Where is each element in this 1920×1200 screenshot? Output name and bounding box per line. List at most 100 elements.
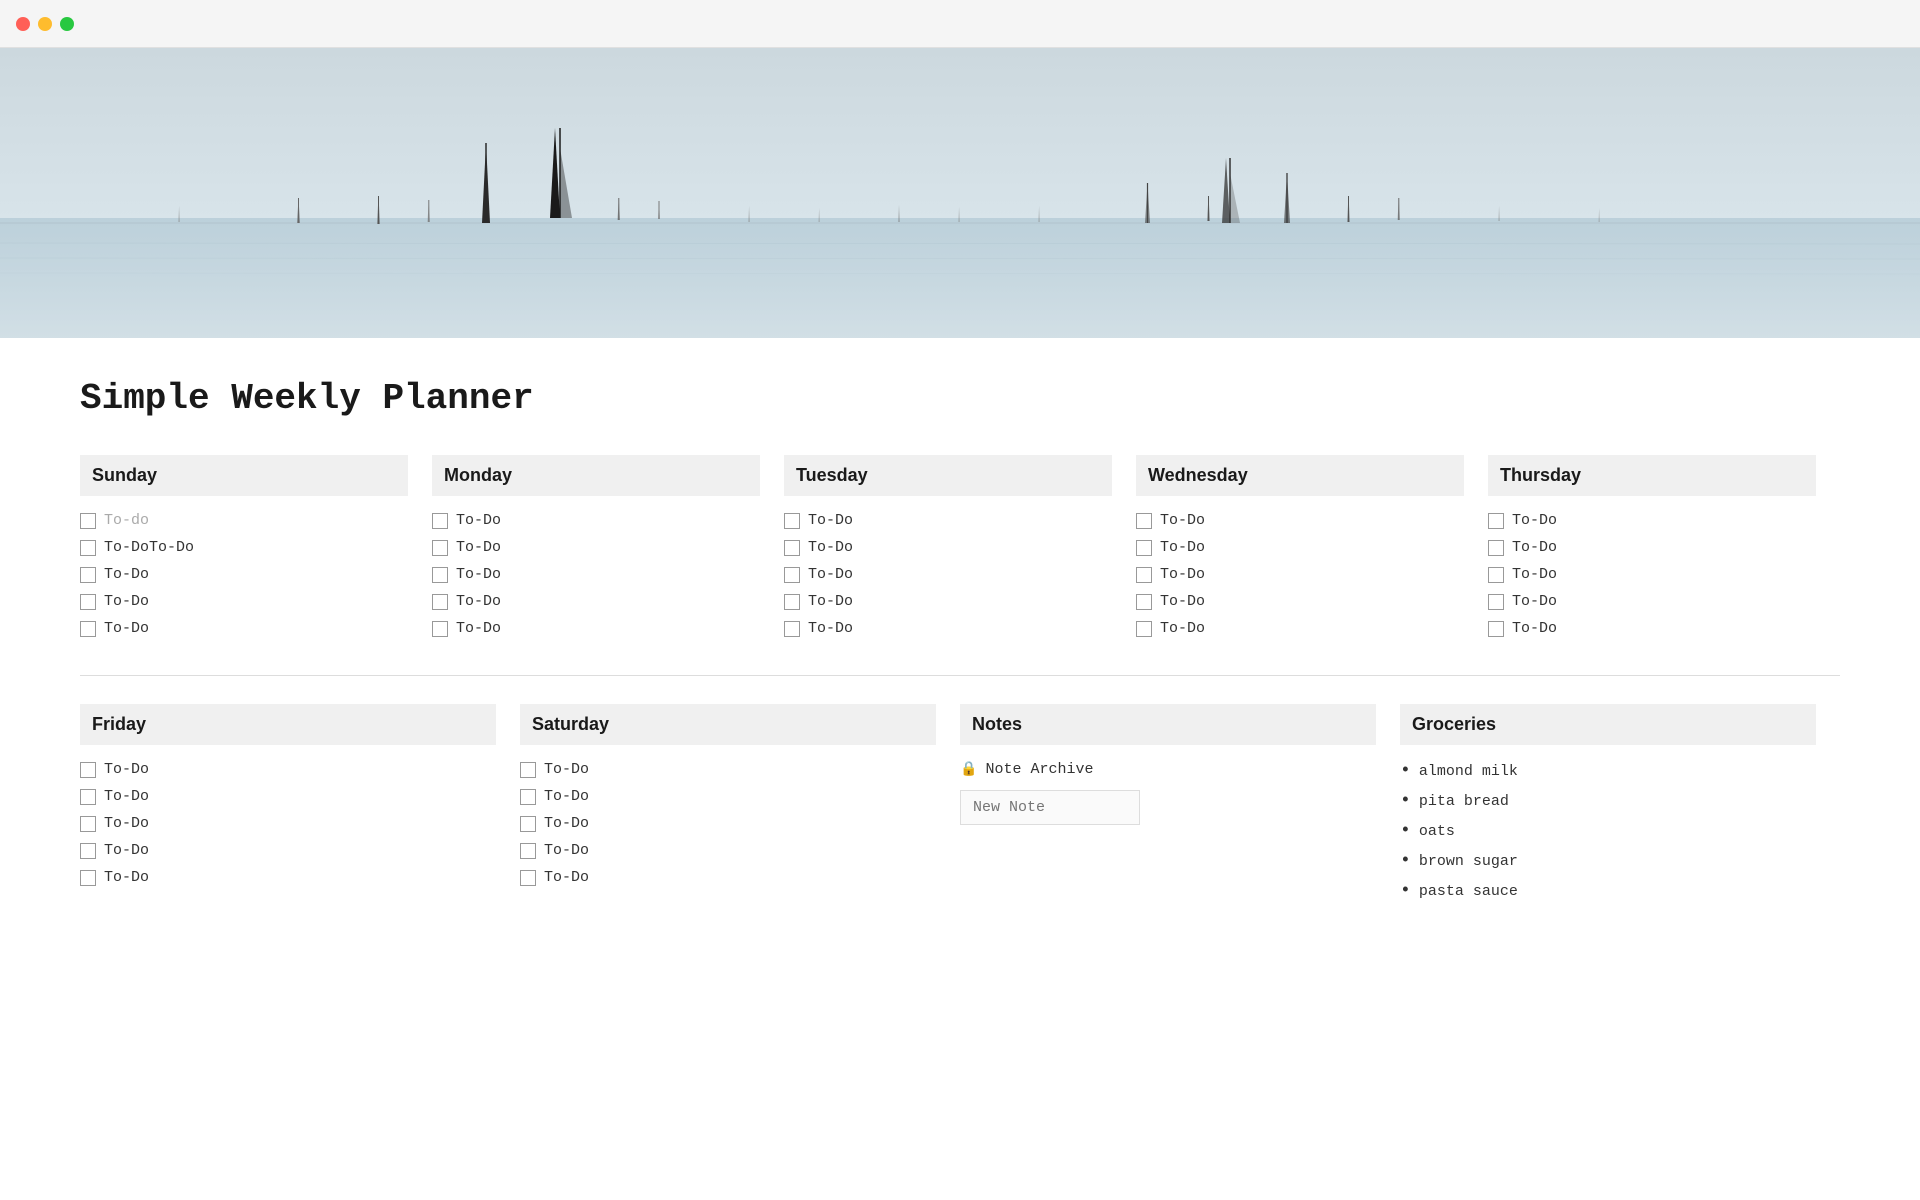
checkbox[interactable] — [1488, 567, 1504, 583]
todo-item[interactable]: To-Do — [1488, 539, 1816, 556]
checkbox[interactable] — [784, 513, 800, 529]
hero-image — [0, 48, 1920, 338]
checkbox[interactable] — [80, 762, 96, 778]
todo-item[interactable]: To-Do — [80, 842, 496, 859]
lock-icon: 🔒 — [960, 761, 977, 778]
todo-item[interactable]: To-Do — [1488, 620, 1816, 637]
todo-text: To-Do — [544, 788, 589, 805]
checkbox[interactable] — [80, 843, 96, 859]
todo-item[interactable]: To-Do — [784, 539, 1112, 556]
checkbox[interactable] — [80, 789, 96, 805]
todo-item[interactable]: To-Do — [784, 620, 1112, 637]
todo-item[interactable]: To-Do — [520, 761, 936, 778]
todo-item[interactable]: To-do — [80, 512, 408, 529]
todo-item[interactable]: To-Do — [80, 788, 496, 805]
todo-item[interactable]: To-Do — [1136, 620, 1464, 637]
todo-item[interactable]: To-Do — [80, 761, 496, 778]
checkbox[interactable] — [784, 594, 800, 610]
todo-text: To-Do — [1160, 593, 1205, 610]
todo-item[interactable]: To-Do — [80, 566, 408, 583]
grocery-item: • brown sugar — [1400, 851, 1816, 871]
checkbox[interactable] — [1136, 621, 1152, 637]
checkbox[interactable] — [1136, 567, 1152, 583]
todo-text: To-Do — [104, 788, 149, 805]
todo-item[interactable]: To-Do — [784, 566, 1112, 583]
todo-text: To-Do — [808, 593, 853, 610]
note-archive-item[interactable]: 🔒 Note Archive — [960, 761, 1376, 778]
checkbox[interactable] — [520, 870, 536, 886]
todo-text: To-Do — [544, 761, 589, 778]
notes-section: Notes 🔒 Note Archive — [960, 704, 1400, 924]
todo-item[interactable]: To-Do — [1136, 539, 1464, 556]
checkbox[interactable] — [80, 816, 96, 832]
todo-item[interactable]: To-Do — [80, 815, 496, 832]
checkbox[interactable] — [1136, 594, 1152, 610]
todo-item[interactable]: To-Do — [520, 815, 936, 832]
groceries-section: Groceries • almond milk • pita bread • o… — [1400, 704, 1840, 924]
todo-item[interactable]: To-Do — [432, 539, 760, 556]
bullet-icon: • — [1400, 881, 1411, 901]
checkbox[interactable] — [1488, 621, 1504, 637]
tuesday-column: Tuesday To-Do To-Do To-Do To-Do To-Do — [784, 455, 1136, 675]
todo-item[interactable]: To-Do — [1136, 593, 1464, 610]
checkbox[interactable] — [432, 594, 448, 610]
checkbox[interactable] — [1488, 594, 1504, 610]
todo-text: To-Do — [1160, 539, 1205, 556]
todo-item[interactable]: To-Do — [432, 620, 760, 637]
checkbox[interactable] — [520, 762, 536, 778]
checkbox[interactable] — [1136, 513, 1152, 529]
checkbox[interactable] — [80, 594, 96, 610]
checkbox[interactable] — [784, 540, 800, 556]
todo-item[interactable]: To-Do — [1488, 593, 1816, 610]
row-divider — [80, 675, 1840, 676]
todo-item[interactable]: To-Do — [520, 869, 936, 886]
checkbox[interactable] — [432, 621, 448, 637]
bullet-icon: • — [1400, 791, 1411, 811]
todo-item[interactable]: To-Do — [1488, 512, 1816, 529]
todo-item[interactable]: To-Do — [520, 842, 936, 859]
todo-item[interactable]: To-Do — [1488, 566, 1816, 583]
todo-item[interactable]: To-Do — [80, 593, 408, 610]
todo-item[interactable]: To-Do — [432, 593, 760, 610]
todo-item[interactable]: To-DoTo-Do — [80, 539, 408, 556]
close-button[interactable] — [16, 17, 30, 31]
todo-item[interactable]: To-Do — [1136, 512, 1464, 529]
notes-header: Notes — [960, 704, 1376, 745]
checkbox[interactable] — [520, 789, 536, 805]
sunday-column: Sunday To-do To-DoTo-Do To-Do To-Do To-D… — [80, 455, 432, 675]
todo-item[interactable]: To-Do — [80, 620, 408, 637]
maximize-button[interactable] — [60, 17, 74, 31]
title-bar — [0, 0, 1920, 48]
checkbox[interactable] — [784, 567, 800, 583]
checkbox[interactable] — [520, 843, 536, 859]
checkbox[interactable] — [1136, 540, 1152, 556]
todo-item[interactable]: To-Do — [520, 788, 936, 805]
todo-text: To-Do — [104, 620, 149, 637]
checkbox[interactable] — [80, 621, 96, 637]
todo-item[interactable]: To-Do — [784, 512, 1112, 529]
checkbox[interactable] — [520, 816, 536, 832]
checkbox[interactable] — [80, 567, 96, 583]
todo-item[interactable]: To-Do — [1136, 566, 1464, 583]
todo-item[interactable]: To-Do — [432, 512, 760, 529]
todo-text: To-Do — [456, 620, 501, 637]
todo-text: To-Do — [1160, 512, 1205, 529]
checkbox[interactable] — [1488, 513, 1504, 529]
checkbox[interactable] — [784, 621, 800, 637]
checkbox[interactable] — [80, 540, 96, 556]
new-note-input[interactable] — [960, 790, 1140, 825]
grocery-text: almond milk — [1419, 763, 1518, 780]
todo-text: To-Do — [544, 842, 589, 859]
todo-item[interactable]: To-Do — [432, 566, 760, 583]
minimize-button[interactable] — [38, 17, 52, 31]
todo-item[interactable]: To-Do — [784, 593, 1112, 610]
thursday-column: Thursday To-Do To-Do To-Do To-Do To-Do — [1488, 455, 1840, 675]
checkbox[interactable] — [1488, 540, 1504, 556]
checkbox[interactable] — [80, 870, 96, 886]
todo-item[interactable]: To-Do — [80, 869, 496, 886]
checkbox[interactable] — [80, 513, 96, 529]
checkbox[interactable] — [432, 513, 448, 529]
bottom-section: Friday To-Do To-Do To-Do To-Do To-Do Sat… — [80, 704, 1840, 924]
checkbox[interactable] — [432, 540, 448, 556]
checkbox[interactable] — [432, 567, 448, 583]
